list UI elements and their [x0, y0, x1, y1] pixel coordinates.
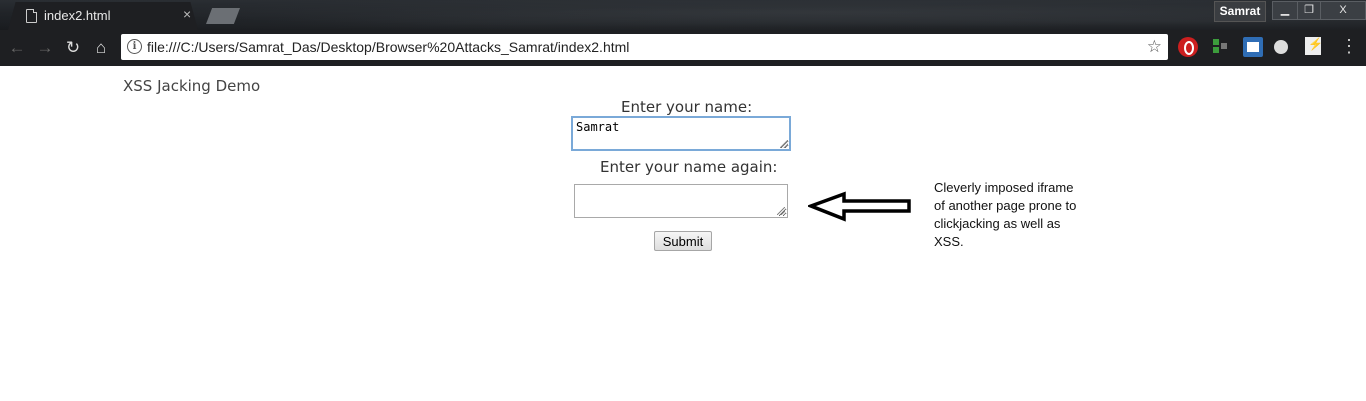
stats-extension-icon[interactable]: [1211, 37, 1231, 57]
annotation-note: Cleverly imposed iframe of another page …: [934, 180, 1077, 249]
submit-button[interactable]: Submit: [654, 231, 712, 251]
forward-arrow-icon[interactable]: →: [35, 38, 55, 58]
back-arrow-icon[interactable]: ←: [7, 38, 27, 58]
browser-toolbar: ← → ↻ ⌂ i file:///C:/Users/Samrat_Das/De…: [0, 30, 1366, 66]
url-text[interactable]: file:///C:/Users/Samrat_Das/Desktop/Brow…: [147, 39, 629, 55]
minimize-button[interactable]: ▁: [1272, 1, 1298, 20]
name-label: Enter your name:: [621, 98, 753, 116]
tab-close-icon[interactable]: ×: [183, 6, 191, 22]
name-again-input[interactable]: [574, 184, 788, 218]
opera-extension-icon[interactable]: [1178, 37, 1198, 57]
name-again-label: Enter your name again:: [600, 158, 778, 176]
close-window-button[interactable]: X: [1320, 1, 1366, 20]
titlebar-texture: [0, 0, 1366, 30]
tab-title: index2.html: [44, 8, 111, 23]
page-title: XSS Jacking Demo: [123, 77, 261, 95]
pdf-extension-icon[interactable]: [1305, 37, 1323, 55]
maximize-button[interactable]: ❐: [1297, 1, 1321, 20]
address-bar[interactable]: i file:///C:/Users/Samrat_Das/Desktop/Br…: [121, 34, 1168, 60]
info-icon[interactable]: i: [127, 39, 142, 54]
bookmark-star-icon[interactable]: ☆: [1147, 37, 1162, 57]
left-arrow-icon: [808, 191, 911, 222]
menu-icon[interactable]: ⋮: [1340, 37, 1358, 57]
home-icon[interactable]: ⌂: [91, 38, 111, 58]
reload-icon[interactable]: ↻: [63, 38, 83, 58]
moon-extension-icon[interactable]: [1274, 40, 1288, 54]
profile-button[interactable]: Samrat: [1214, 1, 1266, 22]
calendar-extension-icon[interactable]: [1243, 37, 1263, 57]
document-icon: [26, 9, 37, 23]
name-input[interactable]: Samrat: [571, 116, 791, 151]
window-titlebar: index2.html × Samrat ▁ ❐ X: [0, 0, 1366, 30]
browser-tab[interactable]: index2.html ×: [8, 2, 198, 30]
